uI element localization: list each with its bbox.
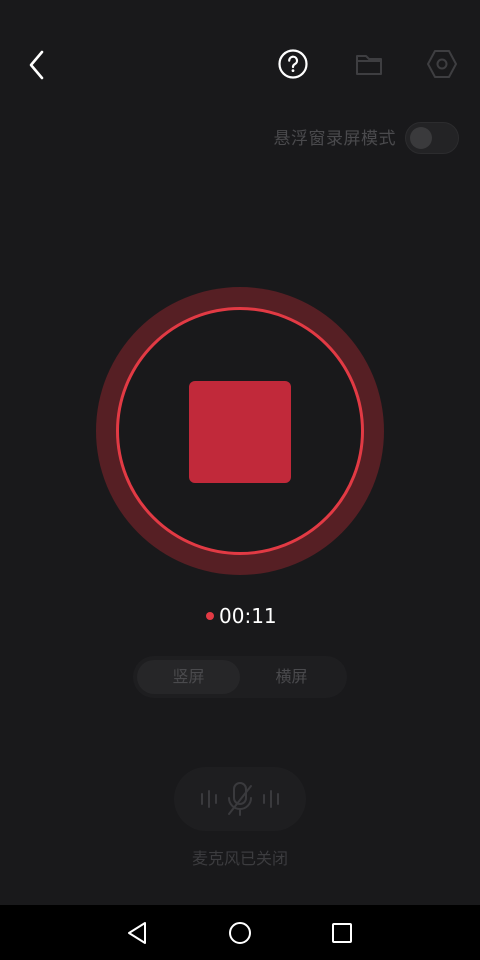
floating-mode-toggle[interactable] (405, 122, 459, 154)
floating-mode-label: 悬浮窗录屏模式 (273, 129, 396, 149)
toggle-knob (410, 127, 432, 149)
folder-button[interactable] (353, 48, 385, 80)
triangle-back-icon (128, 922, 146, 944)
recording-indicator-dot (206, 612, 214, 620)
help-circle-icon (278, 49, 308, 79)
stop-recording-button[interactable] (189, 381, 291, 483)
square-recents-icon (332, 923, 352, 943)
system-back-button[interactable] (125, 920, 151, 946)
microphone-status-label: 麦克风已关闭 (191, 849, 288, 868)
recording-timer: 00:11 (219, 604, 277, 628)
mic-off-icon (201, 782, 279, 816)
help-button[interactable] (277, 48, 309, 80)
chevron-left-icon (29, 50, 44, 80)
orientation-portrait-option[interactable]: 竖屏 (137, 660, 240, 694)
settings-button[interactable] (425, 47, 459, 81)
hexagon-settings-icon (427, 50, 457, 78)
circle-home-icon (229, 922, 251, 944)
back-button[interactable] (22, 46, 54, 84)
system-recents-button[interactable] (331, 922, 353, 944)
microphone-toggle-button[interactable] (174, 767, 306, 831)
orientation-landscape-option[interactable]: 横屏 (240, 660, 343, 694)
system-home-button[interactable] (228, 921, 252, 945)
folder-icon (356, 55, 382, 75)
